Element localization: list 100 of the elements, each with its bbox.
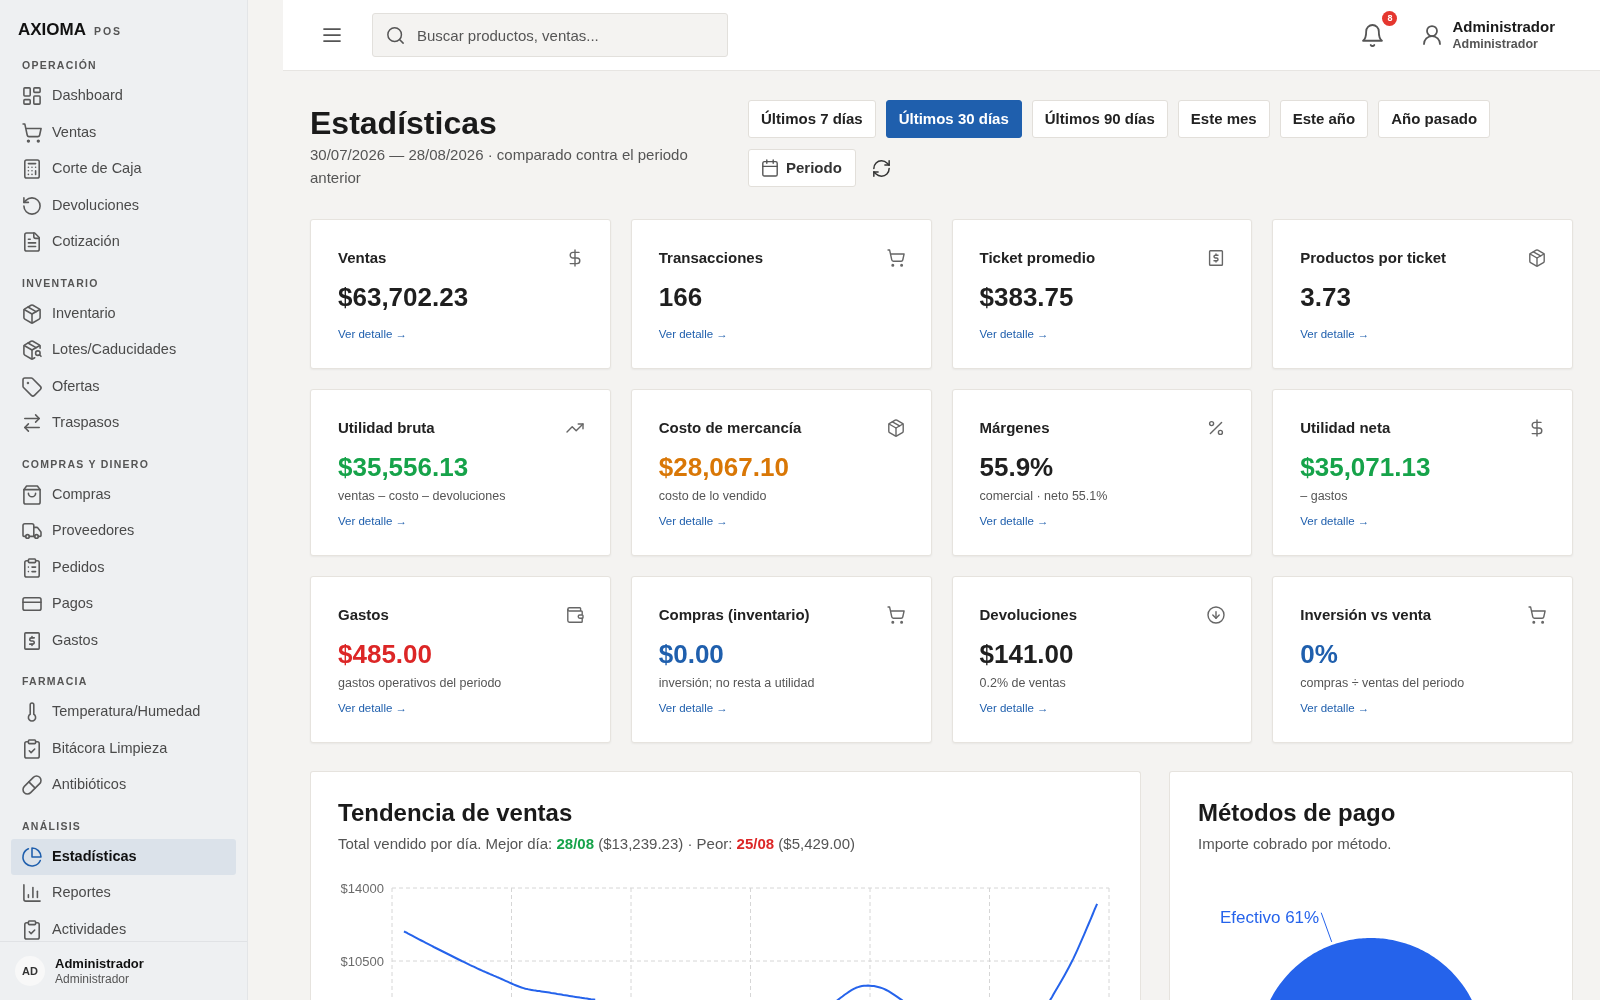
sidebar-item[interactable]: Compras — [11, 476, 236, 513]
chart-title: Métodos de pago — [1197, 798, 1397, 828]
sidebar-item[interactable]: Devoluciones — [11, 187, 236, 224]
detail-link[interactable]: Ver detalle → — [658, 513, 728, 529]
avatar: AD — [15, 956, 45, 986]
sidebar-item[interactable]: Ofertas — [11, 368, 236, 405]
sidebar-item[interactable]: Lotes/Caducidades — [11, 332, 236, 369]
sidebar-item[interactable]: Temperatura/Humedad — [11, 694, 236, 731]
metric-value: $63,702.23 — [338, 281, 470, 314]
detail-link[interactable]: Ver detalle → — [979, 700, 1049, 716]
metric-title: Utilidad bruta — [338, 418, 435, 438]
pill-icon — [23, 776, 41, 795]
detail-link[interactable]: Ver detalle → — [1300, 700, 1370, 716]
sidebar-item[interactable]: Estadísticas — [11, 838, 236, 875]
clipboard-check-icon — [23, 920, 41, 939]
sidebar-item[interactable]: Cotización — [11, 224, 236, 261]
sidebar-item[interactable]: Proveedores — [11, 513, 236, 550]
metric-title: Transacciones — [658, 248, 763, 268]
cart-icon — [887, 250, 904, 266]
sidebar-item[interactable]: Reportes — [11, 875, 236, 912]
range-button[interactable]: Este mes — [1177, 100, 1270, 138]
metric-value: 55.9% — [979, 451, 1055, 484]
metric-title: Márgenes — [979, 418, 1050, 438]
refresh-icon[interactable] — [872, 159, 890, 177]
sidebar-item[interactable]: Bitácora Limpieza — [11, 730, 236, 767]
metric-note: costo de lo vendido — [658, 488, 768, 505]
metric-note: ventas – costo – devoluciones — [338, 488, 507, 505]
metric-title: Compras (inventario) — [658, 605, 810, 625]
dollar-receipt-icon — [1208, 250, 1225, 266]
metric-value: $28,067.10 — [658, 451, 790, 484]
slice-label: Efectivo 61% — [1219, 907, 1320, 927]
notification-badge: 8 — [1382, 10, 1398, 26]
sidebar-item[interactable]: Traspasos — [11, 405, 236, 442]
range-button[interactable]: Últimos 7 días — [748, 100, 876, 138]
metric-value: $383.75 — [979, 281, 1075, 314]
section-heading: COMPRAS Y DINERO — [21, 456, 151, 472]
wallet-icon — [566, 607, 583, 623]
detail-link[interactable]: Ver detalle → — [658, 700, 728, 716]
sidebar-item[interactable]: Inventario — [11, 295, 236, 332]
metric-title: Costo de mercancía — [658, 418, 802, 438]
period-button[interactable]: Periodo — [748, 149, 856, 187]
user-role: Administrador — [55, 972, 131, 987]
sidebar-item[interactable]: Pedidos — [11, 549, 236, 586]
metric-value: $141.00 — [979, 638, 1075, 671]
metric-note: inversión; no resta a utilidad — [658, 675, 816, 692]
metric-value: 3.73 — [1300, 281, 1352, 314]
metric-note: compras ÷ ventas del periodo — [1300, 675, 1466, 692]
user-icon[interactable] — [1422, 25, 1443, 45]
range-button[interactable]: Año pasado — [1378, 100, 1491, 138]
metric-title: Inversión vs venta — [1300, 605, 1432, 625]
sidebar-item[interactable]: Antibióticos — [11, 767, 236, 804]
axis-label: $14000 — [340, 880, 384, 896]
pie-chart-icon — [23, 847, 41, 866]
calendar-icon — [762, 160, 778, 176]
metric-note: – gastos — [1300, 488, 1349, 505]
box-icon — [1529, 250, 1545, 266]
metric-title: Gastos — [338, 605, 389, 625]
brand-name: AXIOMA — [18, 20, 86, 40]
detail-link[interactable]: Ver detalle → — [338, 513, 408, 529]
bag-icon — [23, 485, 41, 504]
user-name: Administrador — [1452, 17, 1555, 36]
sidebar-item[interactable]: Corte de Caja — [11, 151, 236, 188]
section-heading: INVENTARIO — [21, 275, 100, 291]
search-icon — [387, 26, 404, 44]
detail-link[interactable]: Ver detalle → — [979, 326, 1049, 342]
detail-link[interactable]: Ver detalle → — [338, 700, 408, 716]
undo-arrow-icon — [23, 196, 41, 215]
section-heading: FARMACIA — [21, 674, 89, 689]
credit-card-icon — [23, 595, 41, 614]
section-heading: OPERACIÓN — [21, 58, 98, 73]
truck-icon — [23, 522, 41, 541]
detail-link[interactable]: Ver detalle → — [658, 326, 728, 342]
bar-chart-icon — [23, 884, 41, 903]
detail-link[interactable]: Ver detalle → — [979, 513, 1049, 529]
box-icon — [887, 420, 904, 436]
page-title: Estadísticas — [310, 104, 498, 143]
range-button[interactable]: Este año — [1279, 100, 1369, 138]
brand-tag: POS — [94, 21, 122, 41]
range-button[interactable]: Últimos 30 días — [885, 100, 1022, 138]
dollar-receipt-icon — [23, 631, 41, 650]
metric-value: 0% — [1300, 638, 1339, 671]
range-button[interactable]: Últimos 90 días — [1031, 100, 1168, 138]
sidebar-item[interactable]: Ventas — [11, 114, 236, 151]
detail-link[interactable]: Ver detalle → — [1300, 326, 1370, 342]
detail-link[interactable]: Ver detalle → — [1300, 513, 1370, 529]
bell-icon[interactable] — [1362, 24, 1384, 46]
cart-icon — [887, 607, 904, 623]
tag-icon — [23, 377, 41, 396]
sidebar-item[interactable]: Actividades — [11, 911, 236, 941]
search-field[interactable]: Buscar productos, ventas... — [372, 13, 728, 57]
chart-title: Tendencia de ventas — [337, 798, 574, 828]
sidebar-item[interactable]: Dashboard — [11, 78, 236, 115]
leader-line — [1320, 912, 1333, 943]
metric-title: Utilidad neta — [1300, 418, 1391, 438]
detail-link[interactable]: Ver detalle → — [338, 326, 408, 342]
menu-icon[interactable] — [322, 25, 342, 45]
page-subtitle: 30/07/2026 — 28/08/2026 · comparado contra el periodo anterior — [310, 145, 689, 188]
sidebar-item[interactable]: Gastos — [11, 622, 236, 659]
user-name: Administrador — [55, 955, 144, 972]
sidebar-item[interactable]: Pagos — [11, 586, 236, 623]
